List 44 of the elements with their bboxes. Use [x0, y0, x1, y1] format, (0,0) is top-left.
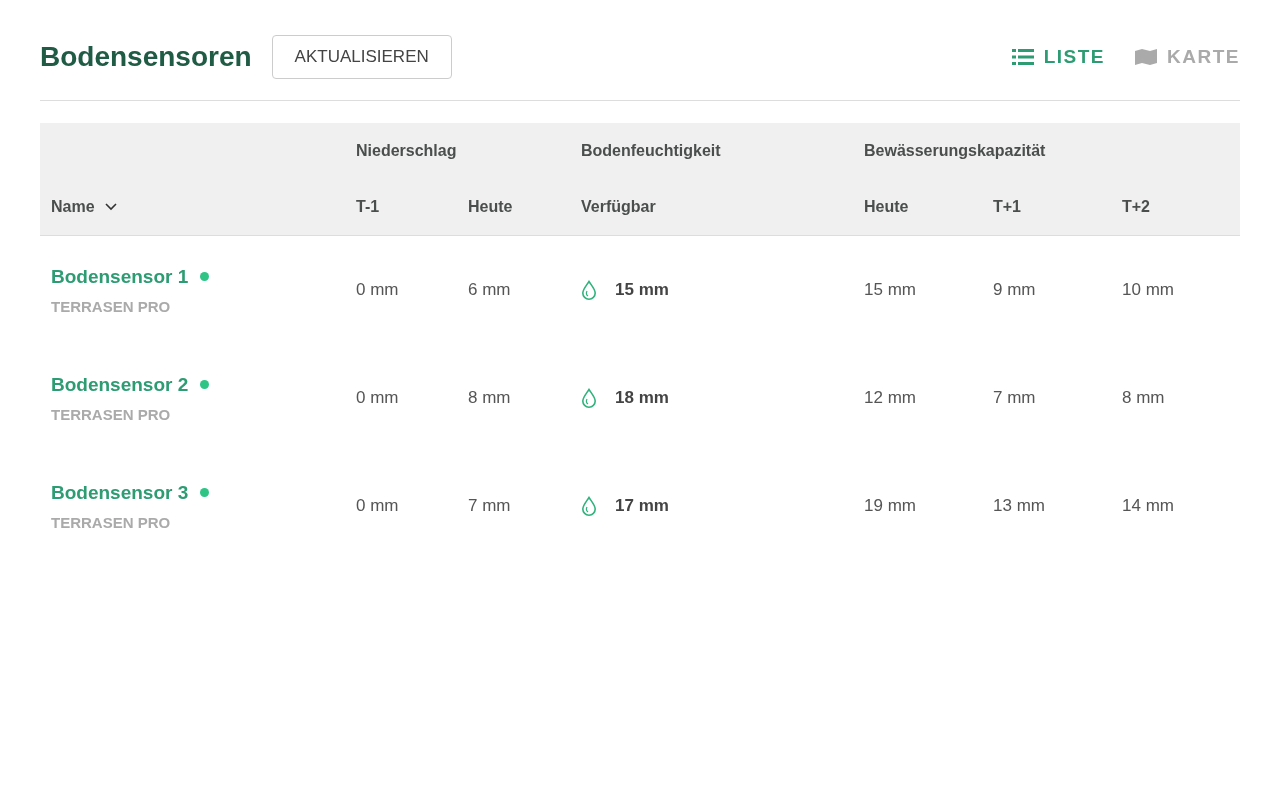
sensor-link[interactable]: Bodensensor 3 — [51, 481, 189, 504]
table-cell: 19 mm — [864, 496, 916, 516]
column-header: T-1 — [356, 198, 380, 215]
table-cell: 12 mm — [864, 388, 916, 408]
table-cell: 9 mm — [993, 280, 1036, 300]
refresh-button[interactable]: AKTUALISIEREN — [271, 35, 452, 79]
sensor-link[interactable]: Bodensensor 2 — [51, 373, 189, 396]
view-toggle[interactable]: LISTE — [1011, 46, 1106, 68]
column-header: T+1 — [993, 198, 1021, 215]
table-cell: 18 mm — [615, 388, 669, 408]
table-cell: 15 mm — [615, 280, 669, 300]
water-drop-icon — [581, 496, 597, 516]
table-cell: 0 mm — [356, 496, 399, 516]
sensor-link[interactable]: Bodensensor 1 — [51, 265, 189, 288]
sort-header[interactable]: Name — [51, 198, 117, 216]
table-cell: 10 mm — [1122, 280, 1174, 300]
table-cell: 13 mm — [993, 496, 1045, 516]
table-cell: 8 mm — [468, 388, 511, 408]
view-toggle[interactable]: KARTE — [1135, 46, 1240, 68]
table-cell: 0 mm — [356, 388, 399, 408]
water-drop-icon — [581, 280, 597, 300]
sensor-model: TERRASEN PRO — [51, 405, 172, 423]
table-cell: 7 mm — [468, 496, 511, 516]
water-drop-icon — [581, 388, 597, 408]
column-group-header: Bewässerungskapazität — [864, 142, 1046, 159]
column-header: Heute — [864, 198, 909, 215]
table-cell: 6 mm — [468, 280, 511, 300]
column-header: T+2 — [1122, 198, 1150, 215]
table-cell: 15 mm — [864, 280, 916, 300]
list-icon — [1011, 48, 1034, 66]
table-cell: 7 mm — [993, 388, 1036, 408]
map-icon — [1135, 48, 1158, 66]
column-group-header: Niederschlag — [356, 142, 457, 159]
sensor-model: TERRASEN PRO — [51, 297, 172, 315]
column-header: Heute — [468, 198, 513, 215]
column-group-header: Bodenfeuchtigkeit — [581, 142, 721, 159]
table-cell: 8 mm — [1122, 388, 1165, 408]
table-cell: 17 mm — [615, 496, 669, 516]
table-cell: 14 mm — [1122, 496, 1174, 516]
column-header: Verfügbar — [581, 198, 656, 215]
page-title: Bodensensoren — [40, 41, 252, 73]
table-cell: 0 mm — [356, 280, 399, 300]
chevron-down-icon — [104, 203, 117, 211]
sensor-model: TERRASEN PRO — [51, 513, 172, 531]
